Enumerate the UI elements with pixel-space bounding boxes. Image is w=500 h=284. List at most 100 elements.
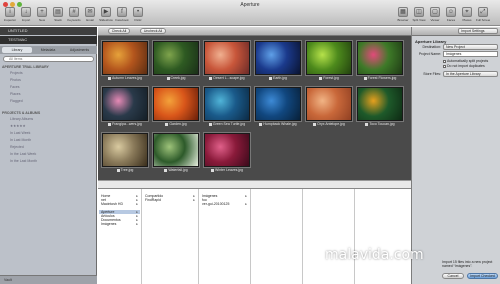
checkbox-icon[interactable] — [363, 76, 367, 80]
no-duplicates-checkbox[interactable]: Do not import duplicates — [443, 64, 485, 68]
full-screen-button[interactable]: ⤢ Full Screen — [476, 7, 490, 22]
checkbox-icon[interactable] — [259, 122, 263, 126]
browser-row[interactable]: ver-gui-20100125 ▸ — [200, 202, 249, 206]
device-testmac[interactable]: TESTMAC — [0, 36, 97, 44]
destination-label: Destination: — [422, 45, 441, 49]
photo-thumbnail[interactable]: Humpback Whale.jpg — [255, 87, 301, 129]
sidebar-item[interactable]: Places — [10, 92, 21, 96]
photo-thumbnail[interactable]: Earth.jpg — [255, 41, 301, 83]
photo-filename: Earth.jpg — [272, 76, 287, 80]
sidebar-item[interactable]: Faces — [10, 85, 20, 89]
toolbar-button-label: New — [38, 18, 45, 22]
import-icon: ↓ — [21, 7, 31, 17]
faces-button[interactable]: ☺ Faces — [444, 7, 458, 22]
keywords-icon: # — [69, 7, 79, 17]
sidebar-item[interactable]: In the Last Week — [10, 152, 36, 156]
photo-image — [357, 41, 403, 75]
inspector-button[interactable]: i Inspector — [3, 7, 17, 22]
places-icon: ⌖ — [462, 7, 472, 17]
browser-column: Home ▸ net ▸ Macintosh HD ▸ Aperture ▸ Artículos… — [98, 189, 142, 284]
project-name-input[interactable]: Imágenes — [443, 51, 498, 57]
checkbox-icon[interactable] — [319, 76, 323, 80]
photo-thumbnail[interactable]: Waterfall.jpg — [153, 133, 199, 175]
slideshow-button[interactable]: ▶ Slideshow — [99, 7, 113, 22]
tab-library[interactable]: Library — [2, 47, 32, 53]
sidebar-item[interactable]: Library Albums — [10, 117, 33, 121]
tab-metadata[interactable]: Metadata — [33, 47, 63, 53]
sidebar-item[interactable]: Photos — [10, 78, 21, 82]
photo-thumbnail[interactable]: Desert L...scape.jpg — [204, 41, 250, 83]
checkbox-icon[interactable] — [165, 122, 169, 126]
photo-image — [204, 87, 250, 121]
checkbox-icon[interactable] — [208, 122, 212, 126]
cancel-button[interactable]: Cancel — [442, 273, 464, 279]
sidebar-footer: Vault — [0, 275, 97, 284]
photo-thumbnail[interactable]: Forest.jpg — [306, 41, 352, 83]
viewer-button[interactable]: ▢ Viewer — [428, 7, 442, 22]
photo-thumbnail[interactable]: Green Sea Turtle.jpg — [204, 87, 250, 129]
flickr-button[interactable]: • Flickr — [131, 7, 145, 22]
browser-row[interactable]: FindRapid ▸ — [143, 198, 197, 202]
slideshow-icon: ▶ — [101, 7, 111, 17]
browser-button[interactable]: ▦ Browser — [396, 7, 410, 22]
photo-thumbnail[interactable]: Tree.jpg — [102, 133, 148, 175]
uncheck-all-button[interactable]: Uncheck All — [140, 28, 166, 34]
new-button[interactable]: + New — [35, 7, 49, 22]
watermark: malavida.com — [325, 247, 424, 263]
photo-thumbnail[interactable]: Autumn Leaves.jpg — [102, 41, 148, 83]
sidebar-item[interactable]: Rejected — [10, 145, 24, 149]
photo-image — [204, 133, 250, 167]
checkbox-icon[interactable] — [164, 168, 168, 172]
browser-icon: ▦ — [398, 7, 408, 17]
keywords-button[interactable]: # Keywords — [67, 7, 81, 22]
photo-caption: Forest.jpg — [306, 76, 352, 80]
auto-split-label: Automatically split projects — [447, 59, 489, 63]
browser-column: Compartido ▸ FindRapid ▸ — [142, 189, 199, 284]
checkbox-icon[interactable] — [268, 76, 272, 80]
sidebar-item[interactable]: ★★★★★ — [10, 124, 26, 128]
browser-column: Imágenes ▸ foo ver-gui-20100125 ▸ — [199, 189, 251, 284]
toolbar-button-label: Split View — [412, 18, 426, 22]
import-checked-button[interactable]: Import Checked — [467, 273, 498, 279]
checkbox-icon[interactable] — [365, 122, 369, 126]
photo-thumbnail[interactable]: Forest Flowers.jpg — [357, 41, 403, 83]
email-button[interactable]: ✉ Email — [83, 7, 97, 22]
sidebar-item[interactable]: In Last Week — [10, 131, 30, 135]
photo-thumbnail[interactable]: Oryx Antelope.jpg — [306, 87, 352, 129]
sidebar-item[interactable]: Projects — [10, 71, 23, 75]
stack-button[interactable]: ▤ Stack — [51, 7, 65, 22]
checkbox-icon[interactable] — [166, 76, 170, 80]
toolbar-button-label: Facebook — [115, 18, 129, 22]
checkbox-icon[interactable] — [210, 168, 214, 172]
photo-thumbnail[interactable]: Winter Leaves.jpg — [204, 133, 250, 175]
toolbar-button-label: Import — [21, 18, 31, 22]
sidebar-search-input[interactable]: All Items — [3, 56, 94, 62]
photo-thumbnail[interactable]: Toco Toucan.jpg — [357, 87, 403, 129]
import-settings-dropdown[interactable]: Import Settings — [458, 28, 498, 34]
tab-adjustments[interactable]: Adjustments — [64, 47, 95, 53]
split-view-button[interactable]: ◫ Split View — [412, 7, 426, 22]
checkbox-icon[interactable] — [108, 76, 112, 80]
photo-thumbnail[interactable]: Garden.jpg — [153, 87, 199, 129]
import-button[interactable]: ↓ Import — [19, 7, 33, 22]
sidebar-item[interactable]: In the Last Month — [10, 159, 37, 163]
browser-row[interactable]: Imágenes ▸ — [99, 222, 140, 226]
checkbox-icon[interactable] — [313, 122, 317, 126]
places-button[interactable]: ⌖ Places — [460, 7, 474, 22]
destination-select[interactable]: New Project — [443, 44, 498, 50]
store-files-select[interactable]: In the Aperture Library — [443, 71, 498, 77]
device-untitled[interactable]: UNTITLED — [0, 27, 97, 35]
check-all-button[interactable]: Check All — [108, 28, 130, 34]
auto-split-checkbox[interactable]: Automatically split projects — [443, 59, 488, 63]
project-name-label: Project Name: — [418, 52, 441, 56]
toolbar-button-label: Viewer — [430, 18, 440, 22]
photo-thumbnail[interactable]: Frangipa...wers.jpg — [102, 87, 148, 129]
checkbox-icon[interactable] — [209, 76, 213, 80]
checkbox-icon[interactable] — [108, 122, 112, 126]
facebook-button[interactable]: f Facebook — [115, 7, 129, 22]
checkbox-icon[interactable] — [116, 168, 120, 172]
photo-filename: Tree.jpg — [120, 168, 134, 172]
sidebar-item[interactable]: In Last Month — [10, 138, 31, 142]
sidebar-item[interactable]: Flagged — [10, 99, 23, 103]
photo-thumbnail[interactable]: Creek.jpg — [153, 41, 199, 83]
